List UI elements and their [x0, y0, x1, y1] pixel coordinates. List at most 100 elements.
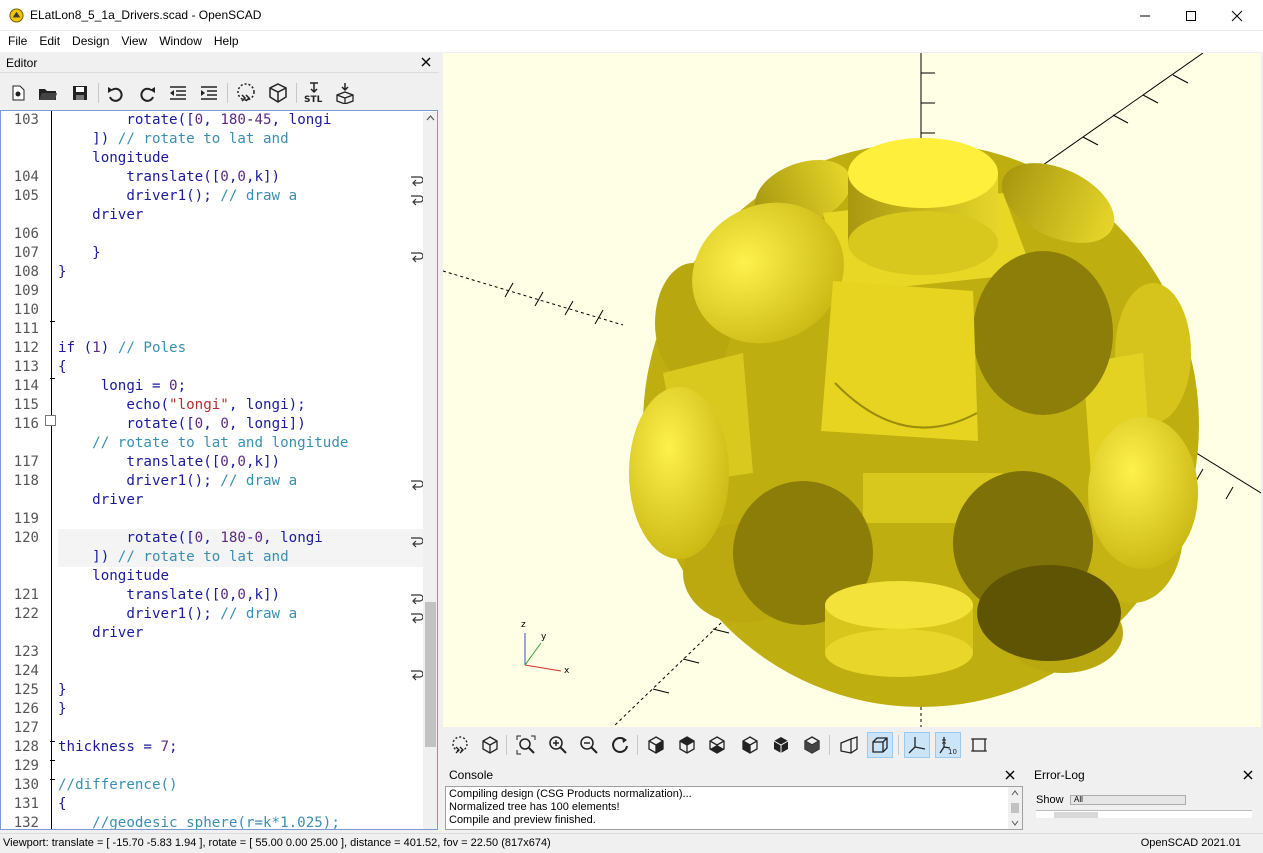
- editor-vertical-scrollbar[interactable]: [423, 112, 438, 829]
- close-window-button[interactable]: [1214, 0, 1260, 31]
- error-log-close-icon[interactable]: [1241, 768, 1255, 782]
- code-line: {: [58, 796, 67, 812]
- view-back-icon: [804, 736, 820, 754]
- redo-icon: [140, 87, 155, 102]
- menu-view[interactable]: View: [115, 31, 153, 52]
- send-to-printer-button[interactable]: [333, 81, 357, 105]
- show-label: Show: [1036, 794, 1064, 806]
- menu-window[interactable]: Window: [153, 31, 208, 52]
- maximize-icon: [1186, 10, 1196, 21]
- console-output[interactable]: Compiling design (CSG Products normaliza…: [445, 786, 1023, 830]
- view-top-icon: [679, 736, 695, 754]
- line-number: 109: [13, 283, 39, 299]
- error-log-scroll-thumb[interactable]: [1054, 812, 1098, 818]
- undo-button[interactable]: [104, 81, 128, 105]
- view-preview-button[interactable]: [447, 732, 473, 758]
- code-line: translate([0,0,k]): [58, 454, 281, 470]
- line-number: 126: [13, 701, 39, 717]
- code-line: ]) // rotate to lat and: [58, 549, 289, 565]
- export-stl-button[interactable]: STL: [302, 81, 326, 105]
- show-axes-button[interactable]: [904, 732, 930, 758]
- perspective-button[interactable]: [836, 732, 862, 758]
- open-file-button[interactable]: [36, 81, 60, 105]
- zoom-in-button[interactable]: [545, 732, 571, 758]
- line-number: 124: [13, 663, 39, 679]
- code-line: //difference(): [58, 777, 178, 793]
- scrollbar-thumb[interactable]: [425, 602, 436, 747]
- view-back-button[interactable]: [799, 732, 825, 758]
- show-filter-value: All: [1074, 795, 1083, 804]
- fold-margin-line: [51, 111, 52, 829]
- export-stl-icon: STL: [304, 82, 323, 104]
- close-icon: [1231, 10, 1243, 21]
- code-line: longitude: [58, 150, 170, 166]
- line-wrap-icon: [411, 594, 423, 605]
- error-log-table[interactable]: [1036, 810, 1252, 818]
- code-line: echo("longi", longi);: [58, 397, 306, 413]
- line-number: 125: [13, 682, 39, 698]
- maximize-button[interactable]: [1168, 0, 1214, 31]
- code-line: rotate([0, 0, longi]): [58, 416, 306, 432]
- render-button[interactable]: [266, 81, 290, 105]
- console-scrollbar[interactable]: [1008, 787, 1022, 829]
- redo-button[interactable]: [135, 81, 159, 105]
- preview-button[interactable]: [234, 81, 258, 105]
- menu-help[interactable]: Help: [208, 31, 245, 52]
- code-line: longi = 0;: [58, 378, 187, 394]
- indent-icon: [201, 86, 217, 100]
- editor-close-icon[interactable]: [419, 55, 433, 69]
- show-filter-select[interactable]: All: [1070, 795, 1186, 805]
- menu-bar: File Edit Design View Window Help: [0, 31, 1263, 52]
- editor-panel: Editor STL 103 104 105 106 107 108 109 1…: [0, 53, 439, 833]
- line-number: 117: [13, 454, 39, 470]
- view-front-button[interactable]: [768, 732, 794, 758]
- 3d-viewport[interactable]: z x y: [443, 53, 1261, 727]
- perspective-icon: [840, 736, 858, 754]
- unindent-button[interactable]: [166, 81, 190, 105]
- view-right-button[interactable]: [643, 732, 669, 758]
- preview-icon: [237, 83, 255, 102]
- x-axis-label: x: [564, 666, 570, 676]
- axes-icon: [908, 737, 926, 754]
- toolbar-separator: [227, 83, 228, 103]
- orthogonal-button[interactable]: [867, 732, 893, 758]
- edges-icon: [971, 738, 987, 752]
- fold-marker[interactable]: [45, 415, 56, 426]
- view-left-button[interactable]: [737, 732, 763, 758]
- new-file-button[interactable]: [6, 81, 30, 105]
- toolbar-separator: [296, 83, 297, 103]
- code-line: driver: [58, 207, 144, 223]
- console-close-icon[interactable]: [1003, 768, 1017, 782]
- line-number: 106: [13, 226, 39, 242]
- view-render-button[interactable]: [477, 732, 503, 758]
- line-number: 108: [13, 264, 39, 280]
- reset-view-button[interactable]: [607, 732, 633, 758]
- view-bottom-button[interactable]: [704, 732, 730, 758]
- view-top-button[interactable]: [674, 732, 700, 758]
- version-label: OpenSCAD 2021.01: [1140, 837, 1241, 849]
- code-editor[interactable]: 103 104 105 106 107 108 109 110 111 112 113 114 115 1…: [0, 110, 438, 830]
- scroll-up-icon[interactable]: [423, 112, 438, 124]
- line-wrap-icon: [411, 670, 423, 681]
- view-all-button[interactable]: [513, 732, 539, 758]
- indent-button[interactable]: [197, 81, 221, 105]
- error-log-header: Error-Log: [1028, 766, 1261, 784]
- show-scale-markers-button[interactable]: 10: [935, 732, 961, 758]
- scale-markers-icon: 10: [939, 737, 957, 755]
- menu-file[interactable]: File: [2, 31, 33, 52]
- code-line: if (1) // Poles: [58, 340, 187, 356]
- render-cube-icon: [482, 736, 498, 754]
- show-edges-button[interactable]: [966, 732, 992, 758]
- view-toolbar: 10: [443, 727, 1261, 763]
- status-bar: Viewport: translate = [ -15.70 -5.83 1.9…: [0, 833, 1263, 853]
- menu-design[interactable]: Design: [66, 31, 115, 52]
- line-number: 116: [13, 416, 39, 432]
- line-number: 104: [13, 169, 39, 185]
- save-icon: [73, 86, 87, 100]
- zoom-out-button[interactable]: [576, 732, 602, 758]
- minimize-button[interactable]: [1122, 0, 1168, 31]
- model-render: z x y: [443, 53, 1261, 727]
- save-file-button[interactable]: [68, 81, 92, 105]
- view-bottom-icon: [709, 736, 725, 754]
- menu-edit[interactable]: Edit: [33, 31, 66, 52]
